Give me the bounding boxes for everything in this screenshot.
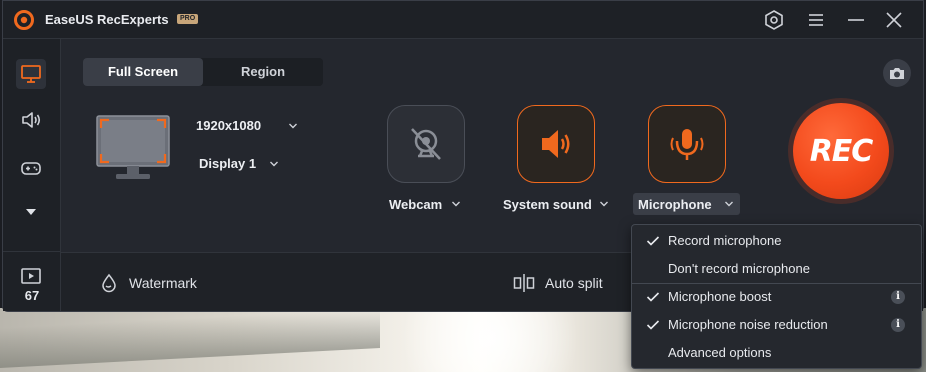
screenshot-button[interactable] [883,59,911,87]
info-icon[interactable]: i [891,290,905,304]
gamepad-icon [21,162,41,175]
title-bar: EaseUS RecExperts PRO [3,1,923,39]
checkmark-icon [646,292,660,302]
webcam-off-icon [411,128,441,160]
microphone-select[interactable]: Microphone [633,193,740,215]
menu-item-label: Record microphone [668,233,782,248]
sidebar-item-screen[interactable] [16,59,46,89]
display-label: Display 1 [199,156,257,171]
tab-region[interactable]: Region [203,58,323,86]
checkmark-icon [646,320,660,330]
microphone-toggle-button[interactable] [648,105,726,183]
sidebar-item-audio[interactable] [16,105,46,135]
menu-item-label: Microphone boost [668,289,772,304]
split-icon [513,273,535,292]
speaker-icon [542,130,570,158]
webcam-label: Webcam [389,197,443,212]
video-folder-icon [21,268,41,284]
microphone-icon [670,129,704,160]
system-sound-label: System sound [503,197,592,212]
menu-item-label: Microphone noise reduction [668,317,828,332]
menu-item-label: Advanced options [668,345,772,360]
recordings-count: 67 [24,288,40,303]
info-icon[interactable]: i [891,318,905,332]
sidebar-divider [3,251,61,252]
webcam-select[interactable]: Webcam [387,193,467,215]
app-title: EaseUS RecExperts [45,12,169,27]
speaker-icon [22,112,41,128]
menu-item-microphone-boost[interactable]: Microphone boost i [632,283,921,311]
menu-item-dont-record-microphone[interactable]: Don't record microphone [632,255,921,283]
tab-full-screen[interactable]: Full Screen [83,58,203,86]
menu-icon[interactable] [805,9,827,31]
chevron-down-icon [600,201,608,207]
sidebar: 67 [3,39,61,311]
chevron-down-icon [270,161,278,167]
chevron-down-icon [289,123,297,129]
resolution-label: 1920x1080 [196,118,262,133]
caret-down-icon [26,209,36,215]
close-icon[interactable] [883,9,905,31]
auto-split-label: Auto split [545,274,603,291]
pro-badge: PRO [177,14,199,24]
minimize-icon[interactable] [845,9,867,31]
capture-mode-tabs: Full Screen Region [83,58,323,86]
camera-icon [890,68,904,79]
checkmark-icon [646,236,660,246]
auto-split-button[interactable]: Auto split [513,253,603,312]
menu-item-microphone-noise-reduction[interactable]: Microphone noise reduction i [632,311,921,339]
app-logo-icon [14,10,34,30]
system-sound-select[interactable]: System sound [499,193,613,215]
system-sound-toggle-button[interactable] [517,105,595,183]
webcam-toggle-button[interactable] [387,105,465,183]
microphone-dropdown-menu: Record microphone Don't record microphon… [631,224,922,369]
menu-item-record-microphone[interactable]: Record microphone [632,227,921,255]
monitor-preview-icon [96,115,170,179]
recordings-button[interactable] [16,261,46,291]
sidebar-item-game[interactable] [16,153,46,183]
menu-item-label: Don't record microphone [668,261,810,276]
chevron-down-icon [725,201,733,207]
rec-button[interactable]: REC [793,103,889,199]
sidebar-item-more[interactable] [16,197,46,227]
monitor-icon [21,65,41,83]
chevron-down-icon [452,201,460,207]
watermark-drop-icon [102,273,116,292]
menu-item-advanced-options[interactable]: Advanced options [632,339,921,367]
watermark-button[interactable]: Watermark [99,253,197,312]
settings-icon[interactable] [763,9,785,31]
watermark-label: Watermark [129,274,197,291]
microphone-label: Microphone [638,197,712,212]
